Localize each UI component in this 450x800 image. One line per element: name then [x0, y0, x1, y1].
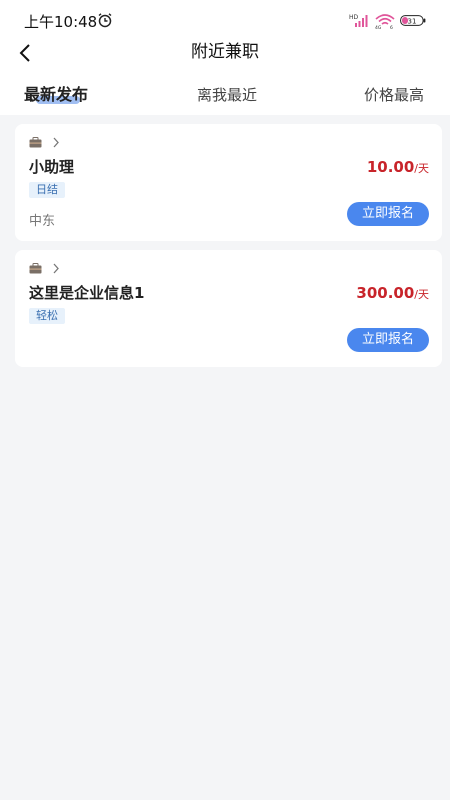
job-title: 这里是企业信息1: [29, 284, 145, 302]
tab-highest-price[interactable]: 价格最高: [364, 84, 424, 106]
header: 上午10:48 HD 4G 6 31 附近兼职 最新发布 离我最近 价格最高: [0, 0, 450, 115]
back-icon: [19, 44, 30, 62]
battery-icon: 31: [400, 15, 426, 26]
wifi-icon: 4G 6: [375, 14, 395, 29]
job-tag: 日结: [29, 182, 65, 198]
chevron-right-icon: [53, 263, 59, 274]
signal-icon: HD: [349, 14, 368, 27]
salary-unit: /天: [414, 288, 429, 301]
tab-bar: 最新发布 离我最近 价格最高: [0, 80, 450, 110]
page-title: 附近兼职: [191, 42, 259, 62]
job-title: 小助理: [29, 158, 75, 176]
salary-amount: 300.00: [356, 284, 415, 302]
tab-latest[interactable]: 最新发布: [24, 84, 88, 106]
status-time: 上午10:48: [24, 13, 98, 31]
job-tag: 轻松: [29, 308, 65, 324]
company-row[interactable]: [29, 263, 60, 274]
svg-text:6: 6: [390, 25, 393, 29]
salary-amount: 10.00: [366, 158, 415, 176]
job-card[interactable]: 这里是企业信息1 300.00/天 轻松 立即报名: [15, 250, 442, 367]
chevron-right-icon: [53, 137, 59, 148]
job-salary: 10.00/天: [367, 157, 429, 176]
alarm-icon: [98, 13, 112, 28]
briefcase-icon: [29, 137, 42, 148]
briefcase-icon: [29, 263, 42, 274]
svg-text:31: 31: [408, 17, 417, 25]
status-bar: 上午10:48 HD 4G 6 31: [0, 0, 450, 40]
company-row[interactable]: [29, 137, 60, 148]
salary-unit: /天: [414, 162, 429, 175]
job-card[interactable]: 小助理 10.00/天 日结 中东 立即报名: [15, 124, 442, 241]
apply-button[interactable]: 立即报名: [347, 202, 429, 226]
svg-text:4G: 4G: [375, 25, 382, 29]
nav-bar: 附近兼职: [0, 40, 450, 66]
back-button[interactable]: [14, 42, 36, 64]
job-list: 小助理 10.00/天 日结 中东 立即报名 这里是企业信息1 300.00/天…: [15, 124, 442, 376]
apply-button[interactable]: 立即报名: [347, 328, 429, 352]
job-salary: 300.00/天: [356, 283, 429, 302]
job-location: 中东: [29, 214, 56, 229]
tab-nearest[interactable]: 离我最近: [197, 84, 257, 106]
svg-text:HD: HD: [349, 14, 359, 21]
